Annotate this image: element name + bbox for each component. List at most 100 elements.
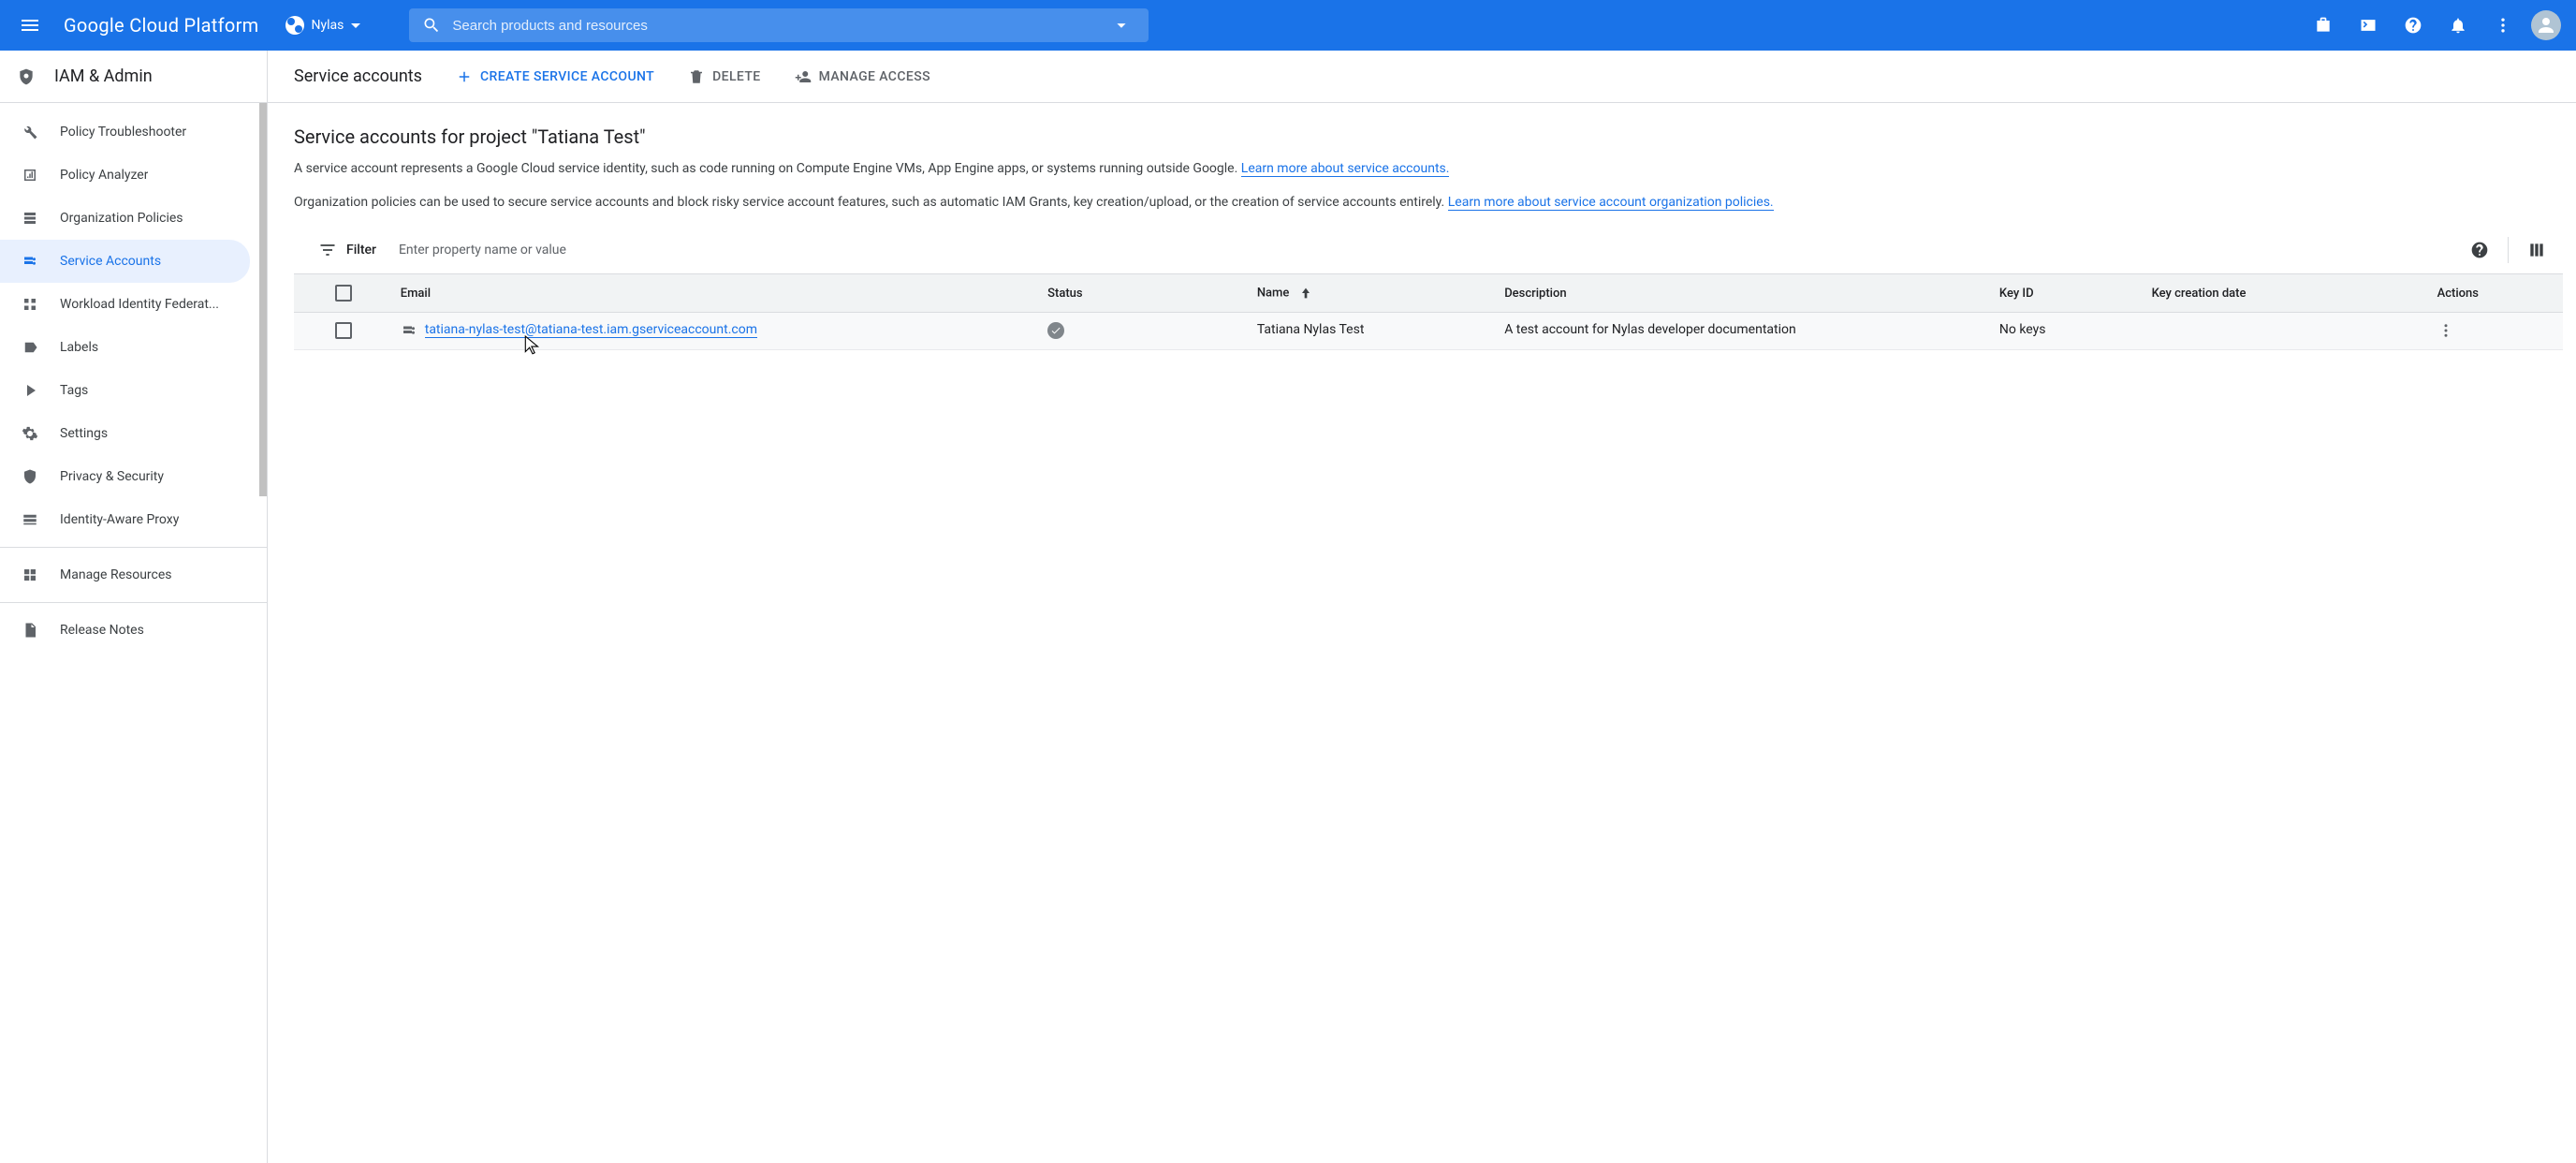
sidebar-item-label: Labels (60, 340, 98, 355)
plus-icon (456, 68, 473, 85)
chevron-down-icon (351, 23, 360, 28)
filter-left[interactable]: Filter Enter property name or value (301, 241, 566, 259)
service-accounts-table: Email Status Name Description Key ID Key… (294, 274, 2563, 350)
notes-icon (21, 621, 39, 640)
column-name[interactable]: Name (1250, 274, 1497, 312)
sidebar-item-label: Settings (60, 426, 108, 441)
sidebar-item-tags[interactable]: Tags (0, 369, 267, 412)
notifications-icon[interactable] (2437, 5, 2479, 46)
analyzer-icon (21, 166, 39, 184)
main-header: Service accounts CREATE SERVICE ACCOUNT … (268, 51, 2576, 103)
table-wrap: Filter Enter property name or value (294, 226, 2563, 350)
table-row[interactable]: tatiana-nylas-test@tatiana-test.iam.gser… (294, 312, 2563, 349)
row-email-cell: tatiana-nylas-test@tatiana-test.iam.gser… (393, 312, 1040, 349)
more-vert-icon (2437, 322, 2454, 339)
sidebar-item-label: Tags (60, 383, 88, 398)
page-title: Service accounts (294, 66, 422, 86)
proxy-icon (21, 510, 39, 529)
create-service-account-button[interactable]: CREATE SERVICE ACCOUNT (456, 68, 654, 85)
main: Service accounts CREATE SERVICE ACCOUNT … (268, 51, 2576, 1163)
sidebar-item-label: Manage Resources (60, 567, 172, 582)
search-wrap (375, 8, 2303, 42)
sidebar-item-policy-troubleshooter[interactable]: Policy Troubleshooter (0, 110, 267, 154)
shield-icon (21, 467, 39, 486)
resources-icon (21, 566, 39, 584)
gear-icon (21, 424, 39, 443)
row-keyid-cell: No keys (1992, 312, 2144, 349)
checkbox-icon[interactable] (335, 285, 352, 302)
sidebar-item-manage-resources[interactable]: Manage Resources (0, 553, 267, 596)
content-heading: Service accounts for project "Tatiana Te… (294, 125, 2563, 148)
sidebar-item-label: Policy Troubleshooter (60, 125, 186, 140)
sidebar-item-policy-analyzer[interactable]: Policy Analyzer (0, 154, 267, 197)
column-display-button[interactable] (2518, 231, 2555, 269)
sidebar-item-service-accounts[interactable]: Service Accounts (0, 240, 250, 283)
row-status-cell (1040, 312, 1250, 349)
sidebar-divider (0, 602, 267, 603)
sidebar-item-label: Release Notes (60, 623, 144, 638)
sidebar-item-identity-aware-proxy[interactable]: Identity-Aware Proxy (0, 498, 267, 541)
sidebar-item-label: Workload Identity Federat... (60, 297, 219, 312)
cursor-icon (524, 335, 541, 356)
column-key-id[interactable]: Key ID (1992, 274, 2144, 312)
row-checkbox-cell[interactable] (294, 312, 393, 349)
sidebar-item-organization-policies[interactable]: Organization Policies (0, 197, 267, 240)
iam-admin-icon (17, 67, 36, 86)
column-actions: Actions (2430, 274, 2563, 312)
sidebar-header: IAM & Admin (0, 51, 267, 103)
product-logo[interactable]: Google Cloud Platform (52, 14, 271, 37)
row-description-cell: A test account for Nylas developer docum… (1497, 312, 1992, 349)
search-icon (422, 16, 441, 35)
service-account-email-link[interactable]: tatiana-nylas-test@tatiana-test.iam.gser… (425, 322, 757, 338)
top-icons (2303, 5, 2569, 46)
sort-ascending-icon (1298, 286, 1313, 301)
row-actions-button[interactable] (2430, 312, 2563, 349)
action-label: CREATE SERVICE ACCOUNT (480, 69, 654, 84)
search-box[interactable] (409, 8, 1149, 42)
action-label: MANAGE ACCESS (819, 69, 930, 84)
cloud-shell-icon[interactable] (2348, 5, 2389, 46)
learn-more-service-accounts-link[interactable]: Learn more about service accounts. (1241, 161, 1450, 177)
tag-icon (21, 381, 39, 400)
sidebar-item-settings[interactable]: Settings (0, 412, 267, 455)
delete-button[interactable]: DELETE (688, 68, 761, 85)
project-badge-icon (285, 16, 304, 35)
sidebar-item-identity-organization[interactable]: Identity & Organization (0, 103, 267, 110)
checkbox-icon[interactable] (335, 322, 352, 339)
filter-label: Filter (346, 243, 376, 258)
content-description-2: Organization policies can be used to sec… (294, 193, 2563, 213)
sidebar-item-labels[interactable]: Labels (0, 326, 267, 369)
filter-help-button[interactable] (2461, 231, 2498, 269)
search-input[interactable] (452, 18, 1107, 34)
sidebar-item-label: Identity-Aware Proxy (60, 512, 179, 527)
free-trial-icon[interactable] (2303, 5, 2344, 46)
help-icon[interactable] (2393, 5, 2434, 46)
content-description-1: A service account represents a Google Cl… (294, 159, 2563, 180)
account-avatar[interactable] (2531, 10, 2561, 40)
column-status[interactable]: Status (1040, 274, 1250, 312)
sidebar-item-privacy-security[interactable]: Privacy & Security (0, 455, 267, 498)
divider (2508, 237, 2509, 263)
sidebar-item-workload-identity[interactable]: Workload Identity Federat... (0, 283, 267, 326)
project-selector[interactable]: Nylas (271, 16, 376, 35)
trash-icon (688, 68, 705, 85)
sidebar-item-release-notes[interactable]: Release Notes (0, 609, 267, 652)
search-dropdown-button[interactable] (1107, 11, 1135, 39)
person-add-icon (795, 68, 812, 85)
column-email[interactable]: Email (393, 274, 1040, 312)
manage-access-button[interactable]: MANAGE ACCESS (795, 68, 930, 85)
action-label: DELETE (712, 69, 761, 84)
column-key-creation-date[interactable]: Key creation date (2144, 274, 2430, 312)
federation-icon (21, 295, 39, 314)
column-description[interactable]: Description (1497, 274, 1992, 312)
service-account-icon (21, 252, 39, 271)
learn-more-org-policies-link[interactable]: Learn more about service account organiz… (1448, 195, 1774, 211)
sidebar-item-label: Policy Analyzer (60, 168, 148, 183)
more-icon[interactable] (2482, 5, 2524, 46)
nav-menu-button[interactable] (7, 3, 52, 48)
sidebar-item-label: Organization Policies (60, 211, 183, 226)
select-all-header[interactable] (294, 274, 393, 312)
sidebar-items: Identity & Organization Policy Troublesh… (0, 103, 267, 1163)
project-name: Nylas (312, 18, 344, 33)
sidebar-scrollbar[interactable] (259, 103, 267, 496)
